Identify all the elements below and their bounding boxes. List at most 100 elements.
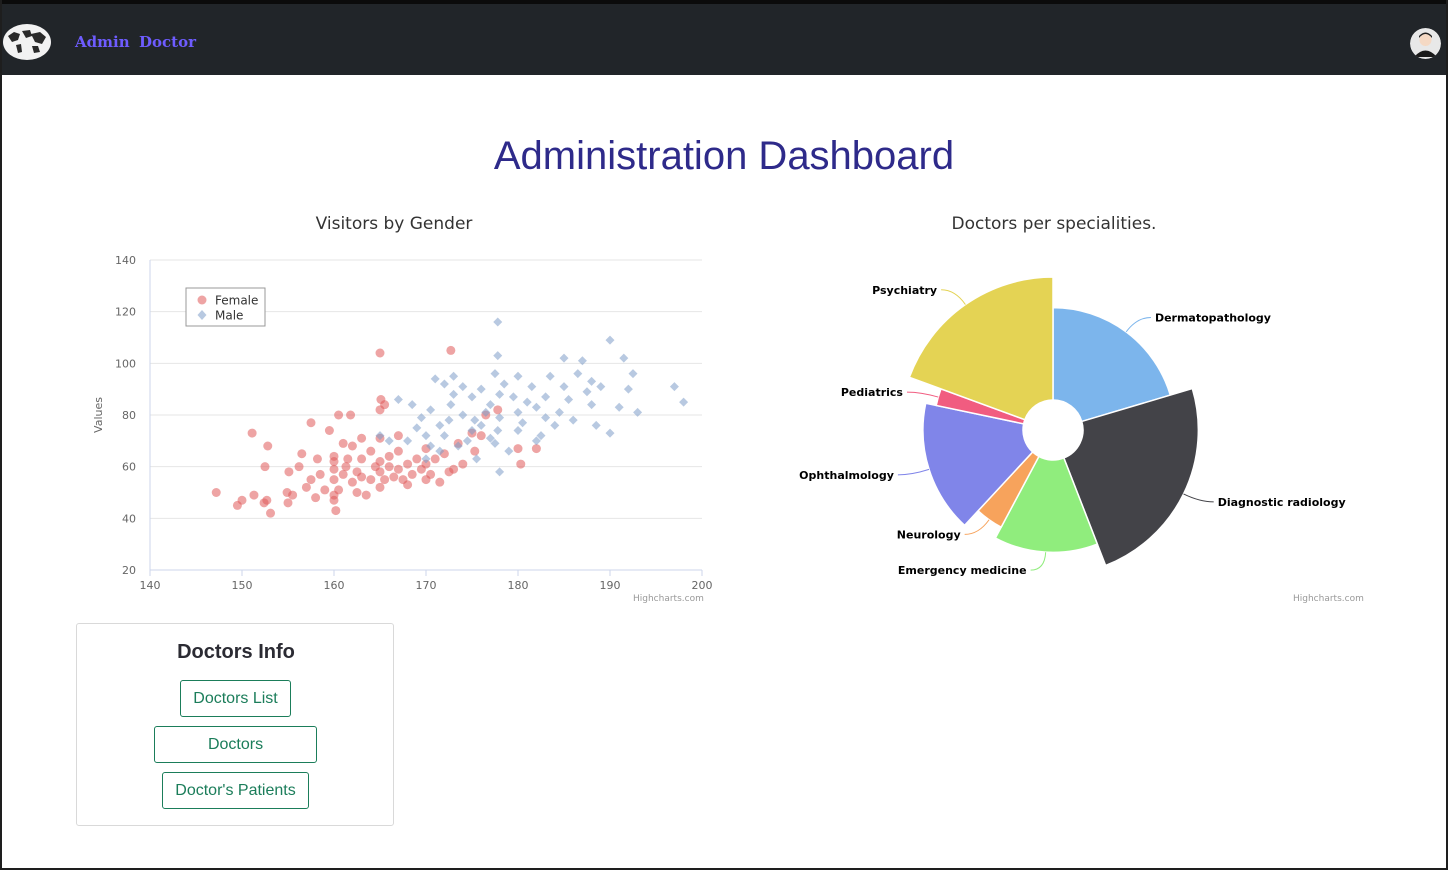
scatter-point-female[interactable] xyxy=(263,441,273,451)
scatter-point-female[interactable] xyxy=(375,457,385,466)
scatter-point-female[interactable] xyxy=(375,467,385,477)
scatter-point-female[interactable] xyxy=(334,410,344,420)
scatter-point-female[interactable] xyxy=(393,431,403,441)
scatter-point-female[interactable] xyxy=(329,475,339,485)
legend-female-label[interactable]: Female xyxy=(215,294,258,308)
scatter-point-male[interactable] xyxy=(485,400,495,410)
scatter-point-female[interactable] xyxy=(315,469,325,479)
scatter-point-male[interactable] xyxy=(393,395,403,404)
scatter-point-male[interactable] xyxy=(573,369,583,379)
scatter-point-male[interactable] xyxy=(633,407,643,417)
scatter-point-male[interactable] xyxy=(439,379,449,389)
scatter-point-female[interactable] xyxy=(357,472,367,482)
scatter-point-female[interactable] xyxy=(384,462,394,472)
scatter-point-male[interactable] xyxy=(493,426,503,435)
scatter-point-female[interactable] xyxy=(449,464,459,474)
scatter-point-female[interactable] xyxy=(324,426,334,435)
scatter-point-female[interactable] xyxy=(380,475,390,485)
scatter-point-female[interactable] xyxy=(211,488,221,497)
scatter-point-male[interactable] xyxy=(522,397,532,407)
scatter-point-male[interactable] xyxy=(591,420,601,430)
scatter-point-male[interactable] xyxy=(577,356,587,366)
scatter-point-female[interactable] xyxy=(412,454,422,464)
scatter-point-male[interactable] xyxy=(504,446,514,456)
scatter-point-male[interactable] xyxy=(412,423,422,433)
scatter-point-female[interactable] xyxy=(329,451,339,461)
scatter-point-female[interactable] xyxy=(338,438,348,448)
scatter-point-female[interactable] xyxy=(352,488,362,497)
scatter-point-female[interactable] xyxy=(338,469,348,479)
scatter-point-male[interactable] xyxy=(421,431,431,441)
scatter-point-male[interactable] xyxy=(439,431,449,441)
scatter-point-male[interactable] xyxy=(541,392,551,402)
scatter-point-male[interactable] xyxy=(605,428,615,438)
scatter-point-male[interactable] xyxy=(493,317,503,327)
scatter-point-female[interactable] xyxy=(329,464,339,474)
scatter-point-male[interactable] xyxy=(513,407,523,417)
scatter-point-male[interactable] xyxy=(416,413,426,423)
scatter-point-male[interactable] xyxy=(518,418,528,428)
scatter-point-female[interactable] xyxy=(513,444,523,454)
scatter-point-female[interactable] xyxy=(458,459,468,469)
scatter-point-female[interactable] xyxy=(366,446,376,456)
scatter-point-male[interactable] xyxy=(550,420,560,430)
scatter-point-male[interactable] xyxy=(513,426,523,435)
scatter-point-female[interactable] xyxy=(297,449,307,459)
scatter-point-female[interactable] xyxy=(380,400,390,410)
pie-credits[interactable]: Highcharts.com xyxy=(1293,594,1364,604)
scatter-point-male[interactable] xyxy=(458,410,468,420)
scatter-point-female[interactable] xyxy=(361,490,371,500)
scatter-point-female[interactable] xyxy=(237,495,247,505)
scatter-point-male[interactable] xyxy=(384,436,394,446)
scatter-point-male[interactable] xyxy=(508,392,518,402)
scatter-point-female[interactable] xyxy=(493,405,503,415)
scatter-point-female[interactable] xyxy=(347,441,357,451)
scatter-point-male[interactable] xyxy=(407,400,417,410)
scatter-point-female[interactable] xyxy=(357,433,367,443)
scatter-point-male[interactable] xyxy=(628,369,638,379)
scatter-point-female[interactable] xyxy=(357,454,367,464)
pie-slice-psychiatry[interactable] xyxy=(908,276,1054,421)
scatter-point-male[interactable] xyxy=(403,436,413,446)
scatter-point-male[interactable] xyxy=(426,405,436,415)
scatter-point-male[interactable] xyxy=(476,420,486,430)
nav-link-admin[interactable]: Admin xyxy=(75,33,130,51)
scatter-point-female[interactable] xyxy=(407,469,417,479)
scatter-point-female[interactable] xyxy=(476,431,486,441)
scatter-point-female[interactable] xyxy=(435,477,445,487)
user-avatar-icon[interactable] xyxy=(1410,28,1441,59)
doctors-patients-button[interactable]: Doctor's Patients xyxy=(162,772,309,809)
scatter-point-female[interactable] xyxy=(312,454,322,464)
scatter-point-male[interactable] xyxy=(449,389,459,399)
scatter-point-male[interactable] xyxy=(623,384,633,394)
scatter-point-female[interactable] xyxy=(329,495,339,505)
scatter-point-female[interactable] xyxy=(306,475,316,485)
scatter-point-male[interactable] xyxy=(587,400,597,410)
scatter-point-female[interactable] xyxy=(294,462,304,472)
scatter-point-female[interactable] xyxy=(375,482,385,492)
scatter-point-male[interactable] xyxy=(467,392,477,402)
scatter-point-male[interactable] xyxy=(554,407,564,417)
scatter-point-male[interactable] xyxy=(495,467,505,477)
world-map-icon[interactable] xyxy=(2,22,52,62)
scatter-point-female[interactable] xyxy=(375,348,385,358)
scatter-point-male[interactable] xyxy=(458,382,468,392)
scatter-point-female[interactable] xyxy=(366,475,376,485)
scatter-point-male[interactable] xyxy=(564,395,574,404)
scatter-point-male[interactable] xyxy=(449,371,459,381)
scatter-point-male[interactable] xyxy=(472,454,482,464)
scatter-point-male[interactable] xyxy=(495,413,505,423)
scatter-point-male[interactable] xyxy=(531,402,541,412)
scatter-point-female[interactable] xyxy=(331,506,341,516)
scatter-point-male[interactable] xyxy=(669,382,679,392)
scatter-point-male[interactable] xyxy=(444,415,454,425)
scatter-point-female[interactable] xyxy=(301,482,311,492)
scatter-point-female[interactable] xyxy=(260,462,270,472)
scatter-point-male[interactable] xyxy=(513,371,523,381)
scatter-point-female[interactable] xyxy=(284,467,294,477)
scatter-point-female[interactable] xyxy=(262,495,272,505)
scatter-point-female[interactable] xyxy=(389,472,399,482)
scatter-point-female[interactable] xyxy=(403,459,413,469)
scatter-point-female[interactable] xyxy=(311,493,321,503)
scatter-point-male[interactable] xyxy=(462,436,472,446)
